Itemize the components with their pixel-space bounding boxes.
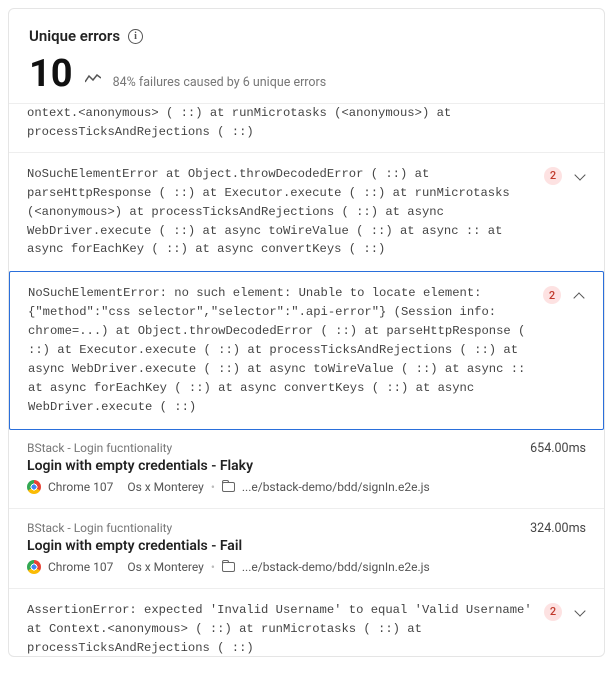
occurrence-badge: 2 <box>544 167 562 185</box>
test-name: Login with empty credentials - Flaky <box>27 458 586 474</box>
chevron-down-icon[interactable] <box>574 170 586 182</box>
error-message: NoSuchElementError: no such element: Una… <box>28 284 533 416</box>
test-name: Login with empty credentials - Fail <box>27 538 586 554</box>
panel-header: Unique errors i 10 84% failures caused b… <box>9 9 604 103</box>
chrome-icon <box>27 480 41 494</box>
test-meta: Chrome 107 Os x Monterey • ...e/bstack-d… <box>27 560 586 574</box>
suite-name: BStack - Login fucntionality <box>27 441 172 455</box>
trend-icon <box>85 72 101 88</box>
stats-text: 84% failures caused by 6 unique errors <box>113 75 327 90</box>
os-label: Os x Monterey <box>127 480 204 494</box>
chevron-down-icon[interactable] <box>574 606 586 618</box>
error-message: NoSuchElementError at Object.throwDecode… <box>27 165 534 260</box>
occurrence-badge: 2 <box>544 603 562 621</box>
chevron-up-icon[interactable] <box>573 289 585 301</box>
chrome-icon <box>27 560 41 574</box>
folder-icon <box>222 562 235 572</box>
test-duration: 654.00ms <box>530 441 586 456</box>
panel-title: Unique errors <box>29 27 120 45</box>
browser-label: Chrome 107 <box>48 480 113 494</box>
test-duration: 324.00ms <box>530 521 586 536</box>
file-path: ...e/bstack-demo/bdd/signIn.e2e.js <box>242 560 430 574</box>
test-meta: Chrome 107 Os x Monterey • ...e/bstack-d… <box>27 480 586 494</box>
error-count: 10 <box>29 55 73 93</box>
error-row-expanded[interactable]: NoSuchElementError: no such element: Una… <box>9 271 604 429</box>
error-row-truncated[interactable]: ontext.<anonymous> ( ::) at runMicrotask… <box>9 104 604 153</box>
file-path: ...e/bstack-demo/bdd/signIn.e2e.js <box>242 480 430 494</box>
occurrence-badge: 2 <box>543 286 561 304</box>
error-row[interactable]: NoSuchElementError at Object.throwDecode… <box>9 153 604 273</box>
suite-name: BStack - Login fucntionality <box>27 521 172 535</box>
info-icon[interactable]: i <box>128 29 143 44</box>
separator-dot: • <box>211 560 215 574</box>
test-detail-row[interactable]: BStack - Login fucntionality 654.00ms Lo… <box>9 429 604 509</box>
test-detail-row[interactable]: BStack - Login fucntionality 324.00ms Lo… <box>9 509 604 589</box>
separator-dot: • <box>211 480 215 494</box>
folder-icon <box>222 482 235 492</box>
error-row[interactable]: AssertionError: expected 'Invalid Userna… <box>9 589 604 657</box>
error-message: AssertionError: expected 'Invalid Userna… <box>27 601 534 657</box>
browser-label: Chrome 107 <box>48 560 113 574</box>
unique-errors-panel: Unique errors i 10 84% failures caused b… <box>8 8 605 657</box>
os-label: Os x Monterey <box>127 560 204 574</box>
error-list: ontext.<anonymous> ( ::) at runMicrotask… <box>9 103 604 657</box>
